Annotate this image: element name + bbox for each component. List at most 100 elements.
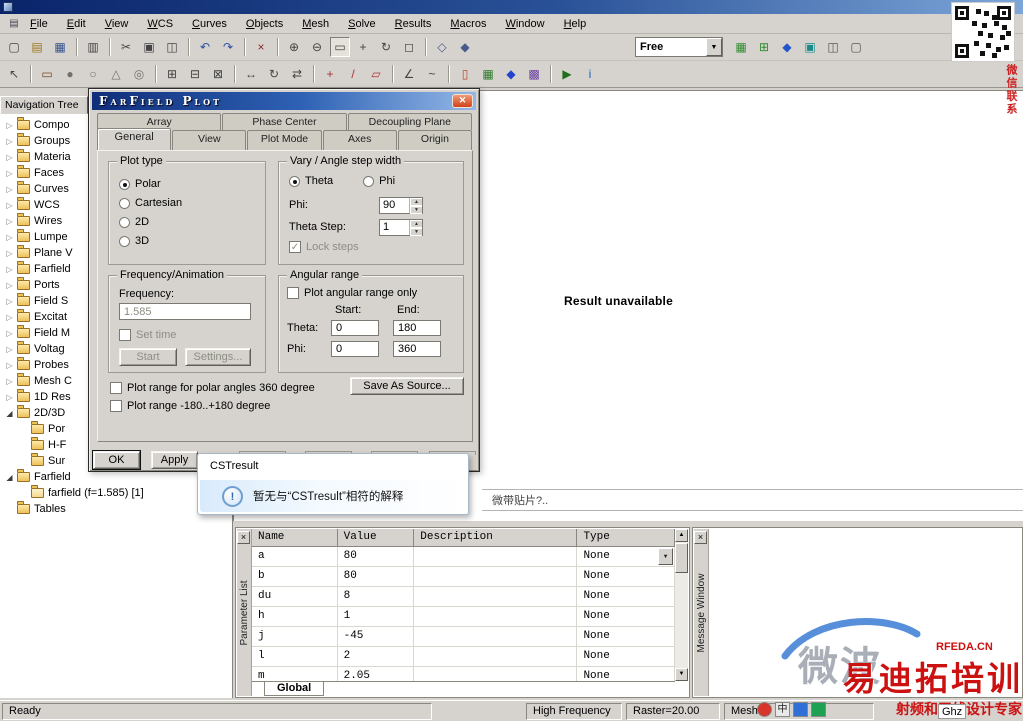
new-icon[interactable]: ▢	[4, 37, 24, 57]
material-icon[interactable]: ◆	[777, 37, 797, 57]
menu-solve[interactable]: Solve	[340, 16, 384, 32]
zoom-window-icon[interactable]: ▭	[330, 37, 350, 57]
problem-type-icon[interactable]: ▢	[846, 37, 866, 57]
tab-general[interactable]: General	[97, 128, 171, 150]
chevron-down-icon[interactable]: ▼	[706, 38, 722, 56]
menu-mesh[interactable]: Mesh	[294, 16, 337, 32]
tree-collapsed-arrow-icon[interactable]: ▷	[4, 249, 15, 258]
dialog-titlebar[interactable]: FarField Plot ✕	[92, 92, 476, 110]
settings-button[interactable]: Settings...	[185, 348, 251, 366]
boolean-intersect-icon[interactable]: ⊠	[208, 64, 228, 84]
table-row[interactable]: m2.05None	[252, 667, 675, 681]
translate-icon[interactable]: ↔	[241, 64, 261, 84]
cut-icon[interactable]: ✂	[116, 37, 136, 57]
radio-3d[interactable]: 3D	[119, 235, 265, 247]
spin-up-icon[interactable]: ▲	[410, 198, 422, 206]
pick-face-icon[interactable]: ▱	[366, 64, 386, 84]
cell-type[interactable]: None	[577, 647, 675, 667]
cone-icon[interactable]: △	[106, 64, 126, 84]
menu-file[interactable]: File	[22, 16, 56, 32]
menu-objects[interactable]: Objects	[238, 16, 291, 32]
undo-icon[interactable]: ↶	[195, 37, 215, 57]
rotate-view-icon[interactable]: ↻	[376, 37, 396, 57]
menu-view[interactable]: View	[97, 16, 137, 32]
scroll-down-icon[interactable]: ▼	[675, 668, 688, 681]
angular-end-input[interactable]	[393, 341, 441, 357]
background-icon[interactable]: ▣	[800, 37, 820, 57]
measure-icon[interactable]: ∠	[399, 64, 419, 84]
zoom-in-icon[interactable]: ⊕	[284, 37, 304, 57]
dropdown-arrow-icon[interactable]: ▼	[658, 548, 673, 565]
ok-button[interactable]: OK	[93, 451, 140, 469]
boolean-subtract-icon[interactable]: ⊟	[185, 64, 205, 84]
grid-icon[interactable]: ⊞	[754, 37, 774, 57]
cell-type[interactable]: None	[577, 627, 675, 647]
tree-expanded-arrow-icon[interactable]: ◢	[4, 409, 15, 418]
tree-collapsed-arrow-icon[interactable]: ▷	[4, 233, 15, 242]
table-row[interactable]: du8None	[252, 587, 675, 607]
tree-collapsed-arrow-icon[interactable]: ▷	[4, 281, 15, 290]
radio-theta[interactable]: Theta	[289, 175, 333, 187]
units-icon[interactable]: ◫	[823, 37, 843, 57]
tree-collapsed-arrow-icon[interactable]: ▷	[4, 393, 15, 402]
redo-icon[interactable]: ↷	[218, 37, 238, 57]
column-header[interactable]: Name	[252, 529, 338, 547]
tab-phase-center[interactable]: Phase Center	[222, 113, 346, 130]
cylinder-icon[interactable]: ○	[83, 64, 103, 84]
brick-icon[interactable]: ▭	[37, 64, 57, 84]
tab-global[interactable]: Global	[264, 682, 324, 696]
tree-collapsed-arrow-icon[interactable]: ▷	[4, 297, 15, 306]
delete-icon[interactable]: ×	[251, 37, 271, 57]
print-icon[interactable]: ▥	[83, 37, 103, 57]
tree-collapsed-arrow-icon[interactable]: ▷	[4, 329, 15, 338]
tree-collapsed-arrow-icon[interactable]: ▷	[4, 377, 15, 386]
vertical-scrollbar[interactable]: ▲ ▼	[675, 529, 688, 681]
angular-range-only-checkbox[interactable]	[287, 287, 299, 299]
wireframe-view-icon[interactable]: ◇	[432, 37, 452, 57]
open-icon[interactable]: ▤	[27, 37, 47, 57]
menu-curves[interactable]: Curves	[184, 16, 235, 32]
pick-point-icon[interactable]: +	[320, 64, 340, 84]
paste-icon[interactable]: ◫	[162, 37, 182, 57]
waveguide-port-icon[interactable]: ▯	[455, 64, 475, 84]
table-row[interactable]: b80None	[252, 567, 675, 587]
cell-type[interactable]: None	[577, 607, 675, 627]
mirror-icon[interactable]: ⇄	[287, 64, 307, 84]
torus-icon[interactable]: ◎	[129, 64, 149, 84]
scroll-up-icon[interactable]: ▲	[675, 529, 688, 542]
tab-origin[interactable]: Origin	[398, 130, 472, 150]
column-header[interactable]: Type	[577, 529, 675, 547]
menu-wcs[interactable]: WCS	[139, 16, 181, 32]
tree-collapsed-arrow-icon[interactable]: ▷	[4, 169, 15, 178]
save-icon[interactable]: ▦	[50, 37, 70, 57]
save-as-source-button[interactable]: Save As Source...	[350, 377, 464, 395]
table-row[interactable]: j-45None	[252, 627, 675, 647]
field-monitor-icon[interactable]: ▦	[478, 64, 498, 84]
tab-plot-mode[interactable]: Plot Mode	[247, 130, 321, 150]
spin-down-icon[interactable]: ▼	[410, 228, 422, 236]
theta-step-stepper[interactable]: 1 ▲▼	[379, 219, 423, 236]
boolean-add-icon[interactable]: ⊞	[162, 64, 182, 84]
curve-tool-icon[interactable]: ~	[422, 64, 442, 84]
rotate-icon[interactable]: ↻	[264, 64, 284, 84]
cell-type[interactable]: None	[577, 667, 675, 681]
radio-2d[interactable]: 2D	[119, 216, 265, 228]
tray-icon-red[interactable]	[757, 702, 772, 717]
menu-edit[interactable]: Edit	[59, 16, 94, 32]
column-header[interactable]: Description	[414, 529, 577, 547]
copy-icon[interactable]: ▣	[139, 37, 159, 57]
tree-collapsed-arrow-icon[interactable]: ▷	[4, 201, 15, 210]
table-row[interactable]: h1None	[252, 607, 675, 627]
column-header[interactable]: Value	[338, 529, 415, 547]
pan-icon[interactable]: +	[353, 37, 373, 57]
radio-phi[interactable]: Phi	[363, 175, 395, 187]
cell-type[interactable]: None	[577, 567, 675, 587]
phi-stepper[interactable]: 90 ▲▼	[379, 197, 423, 214]
menu-results[interactable]: Results	[387, 16, 440, 32]
ime-icon[interactable]: 中	[775, 702, 790, 717]
shaded-view-icon[interactable]: ◆	[455, 37, 475, 57]
zoom-out-icon[interactable]: ⊖	[307, 37, 327, 57]
radio-cartesian[interactable]: Cartesian	[119, 197, 265, 209]
tree-collapsed-arrow-icon[interactable]: ▷	[4, 153, 15, 162]
cell-type[interactable]: None▼	[577, 547, 675, 567]
